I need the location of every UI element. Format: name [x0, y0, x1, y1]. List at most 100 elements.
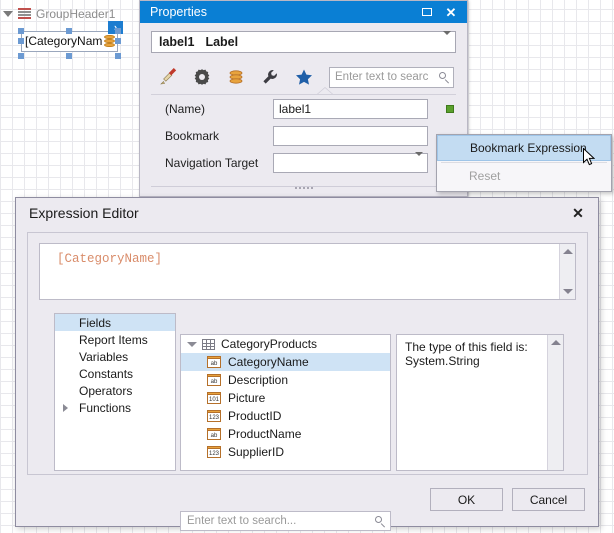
band-label: GroupHeader1 [36, 7, 115, 21]
resize-handle[interactable] [115, 38, 121, 44]
category-label: Variables [79, 350, 128, 364]
resize-handle[interactable] [66, 53, 72, 59]
collapse-caret-icon[interactable] [187, 342, 197, 347]
close-button[interactable]: ✕ [439, 2, 463, 22]
string-field-icon: ab [207, 428, 221, 440]
paintbrush-icon [158, 67, 178, 87]
resize-handle[interactable] [115, 28, 121, 34]
scroll-up-icon[interactable] [548, 335, 563, 350]
properties-toolbar: Enter text to searc [151, 63, 456, 91]
tab-favorites[interactable] [287, 64, 321, 90]
property-label: Navigation Target [151, 156, 273, 170]
info-scrollbar[interactable] [547, 335, 563, 470]
expand-arrow-icon[interactable] [63, 404, 68, 412]
property-grid: (Name) label1 Bookmark Navigation Target [151, 94, 456, 187]
database-icon [104, 35, 115, 48]
binary-field-icon: 101 [207, 392, 221, 404]
tree-item-productname[interactable]: ab ProductName [181, 425, 390, 443]
category-item-report-items[interactable]: Report Items [55, 331, 175, 348]
resize-handle[interactable] [18, 38, 24, 44]
tree-item-categoryname[interactable]: ab CategoryName [181, 353, 390, 371]
property-label: Bookmark [151, 129, 273, 143]
property-value-input[interactable]: label1 [273, 99, 428, 119]
chevron-down-icon[interactable] [415, 156, 423, 170]
category-label: Fields [79, 316, 111, 330]
category-label: Report Items [79, 333, 148, 347]
maximize-icon [422, 8, 432, 16]
tree-item-label: Picture [228, 391, 265, 405]
cancel-button[interactable]: Cancel [512, 488, 585, 511]
property-label: (Name) [151, 102, 273, 116]
tab-data[interactable] [219, 64, 253, 90]
resize-handle[interactable] [66, 28, 72, 34]
property-row-navigation-target[interactable]: Navigation Target [151, 149, 456, 176]
tree-root-categoryproducts[interactable]: CategoryProducts [181, 335, 390, 353]
category-label: Constants [79, 367, 133, 381]
tree-item-description[interactable]: ab Description [181, 371, 390, 389]
tab-behavior[interactable] [185, 64, 219, 90]
gear-icon [192, 67, 212, 87]
database-icon [226, 67, 246, 87]
field-info-text: The type of this field is: System.String [397, 335, 563, 373]
expression-editor-dialog: Expression Editor ✕ [CategoryName] Field… [15, 197, 599, 527]
label-control[interactable]: [CategoryNam [21, 31, 118, 52]
collapse-caret-icon[interactable] [3, 11, 13, 17]
tree-search-input[interactable]: Enter text to search... [180, 511, 391, 531]
expression-input[interactable]: [CategoryName] [39, 243, 576, 300]
expression-scrollbar[interactable] [559, 244, 575, 299]
wrench-icon [260, 67, 280, 87]
properties-title-bar[interactable]: Properties ✕ [140, 1, 467, 23]
property-row-bookmark[interactable]: Bookmark [151, 122, 456, 149]
category-label: Functions [79, 401, 131, 415]
category-label: Operators [79, 384, 132, 398]
expression-marker-icon[interactable] [446, 105, 454, 113]
search-icon [375, 516, 386, 527]
scroll-up-icon[interactable] [560, 244, 575, 259]
star-icon [294, 67, 314, 87]
category-item-operators[interactable]: Operators [55, 382, 175, 399]
mouse-cursor [583, 148, 595, 167]
dialog-title-bar[interactable]: Expression Editor ✕ [16, 198, 598, 228]
number-field-icon: 123 [207, 410, 221, 422]
resize-handle[interactable] [18, 53, 24, 59]
resize-handle[interactable] [18, 28, 24, 34]
band-icon [18, 8, 31, 20]
tree-item-productid[interactable]: 123 ProductID [181, 407, 390, 425]
property-value-input[interactable] [273, 126, 428, 146]
category-item-fields[interactable]: Fields [55, 314, 175, 331]
property-search-input[interactable]: Enter text to searc [329, 67, 454, 88]
resize-grip[interactable] [151, 184, 456, 192]
search-icon [439, 72, 450, 83]
string-field-icon: ab [207, 356, 221, 368]
resize-handle[interactable] [115, 53, 121, 59]
tree-item-label: SupplierID [228, 445, 284, 459]
category-item-constants[interactable]: Constants [55, 365, 175, 382]
ok-button[interactable]: OK [430, 488, 503, 511]
tab-misc[interactable] [253, 64, 287, 90]
band-header-groupheader1[interactable]: GroupHeader1 [3, 7, 115, 21]
tree-item-label: ProductID [228, 409, 281, 423]
tree-search-placeholder: Enter text to search... [187, 515, 296, 527]
category-item-functions[interactable]: Functions [55, 399, 175, 416]
property-value-text: label1 [279, 102, 311, 116]
maximize-button[interactable] [415, 2, 439, 22]
tree-item-picture[interactable]: 101 Picture [181, 389, 390, 407]
dialog-close-button[interactable]: ✕ [566, 201, 590, 225]
label-control-text: [CategoryNam [25, 34, 115, 48]
category-list[interactable]: Fields Report Items Variables Constants … [54, 313, 176, 471]
category-item-variables[interactable]: Variables [55, 348, 175, 365]
string-field-icon: ab [207, 374, 221, 386]
object-selector-combo[interactable]: label1 Label [151, 31, 456, 53]
scroll-down-icon[interactable] [560, 284, 575, 299]
chevron-down-icon[interactable] [443, 35, 451, 49]
tab-appearance[interactable] [151, 64, 185, 90]
close-icon: ✕ [446, 6, 457, 19]
fields-tree[interactable]: CategoryProducts ab CategoryName ab Desc… [180, 334, 391, 471]
dialog-title: Expression Editor [29, 205, 566, 221]
app-root: GroupHeader1 [CategoryNam › Properties ✕… [0, 0, 614, 533]
tree-item-supplierid[interactable]: 123 SupplierID [181, 443, 390, 461]
number-field-icon: 123 [207, 446, 221, 458]
property-value-combo[interactable] [273, 153, 428, 173]
property-row-name[interactable]: (Name) label1 [151, 95, 456, 122]
properties-window: Properties ✕ label1 Label [139, 0, 468, 197]
